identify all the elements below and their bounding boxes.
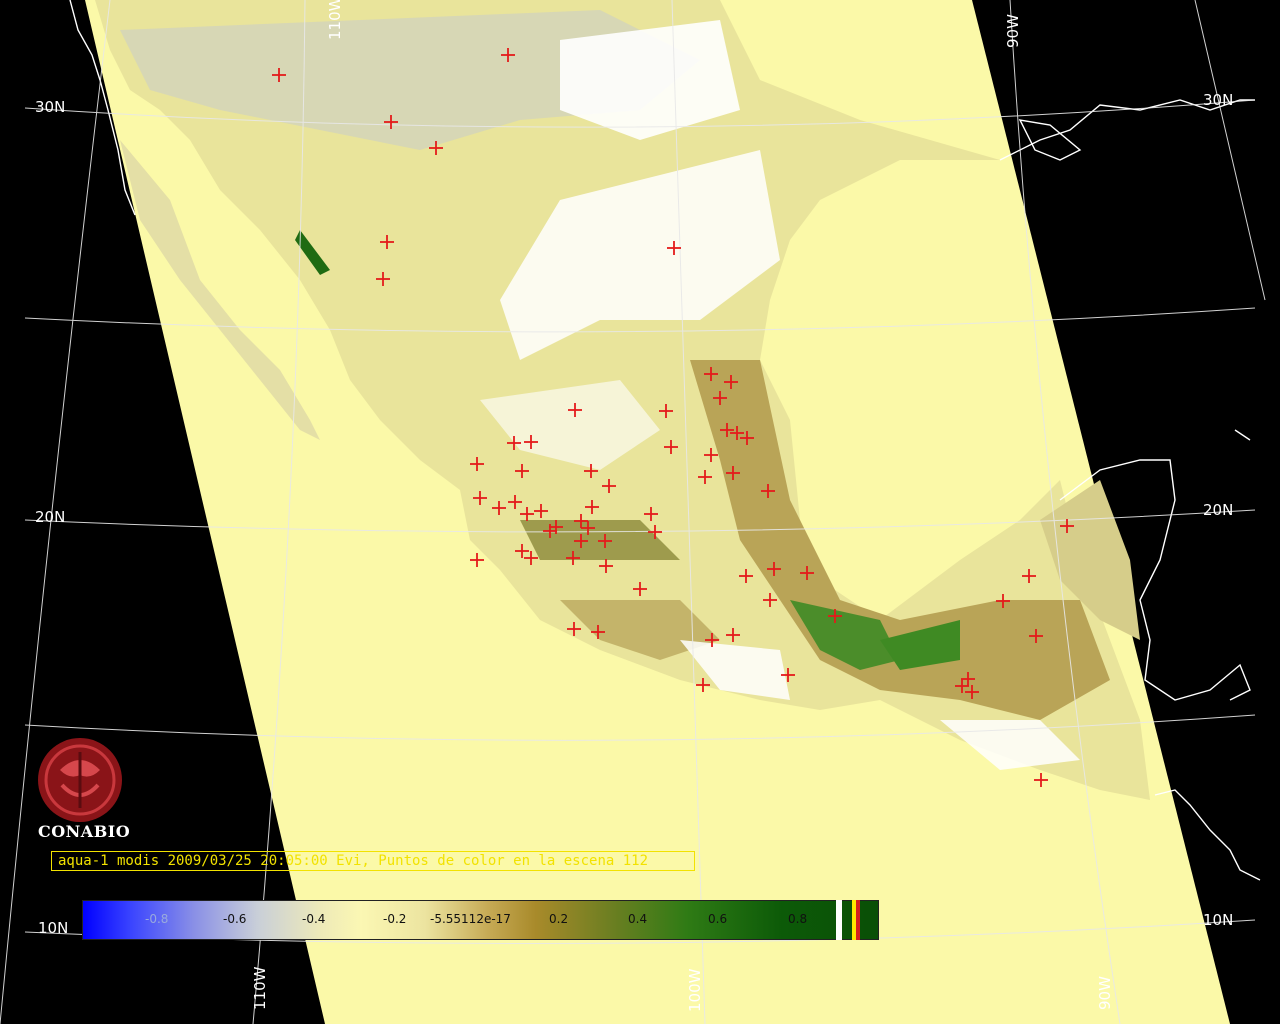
colorbar-tick: -0.4 [302,912,326,926]
lat-label-20n-right: 20N [1203,501,1233,519]
lon-label-90w-top: 90W [1004,14,1022,48]
colorbar-red-stripe [856,900,860,940]
colorbar-tick: -0.8 [145,912,169,926]
conabio-logo-icon [38,738,122,822]
colorbar-tick: -0.2 [383,912,407,926]
colorbar-white-stripe [836,900,842,940]
colorbar-tick: -5.55112e-17 [430,912,511,926]
lon-label-110w-top: 110W [326,0,344,40]
colorbar-tick: 0.2 [549,912,569,926]
conabio-logo-text: CONABIO [38,822,131,841]
lat-label-20n: 20N [35,508,65,526]
lon-label-100w: 100W [686,968,704,1012]
colorbar-tick: -0.6 [223,912,247,926]
lat-label-10n-right: 10N [1203,911,1233,929]
lon-label-110w: 110W [251,966,269,1010]
lat-label-30n: 30N [35,98,65,116]
scene-caption: aqua-1 modis 2009/03/25 20:05:00 Evi, Pu… [51,851,695,871]
lat-label-10n: 10N [38,919,68,937]
lon-label-90w: 90W [1096,976,1114,1010]
colorbar-tick: 0.6 [708,912,728,926]
colorbar-tick: 0.4 [628,912,648,926]
evi-colorbar: -0.8 -0.6 -0.4 -0.2 -5.55112e-17 0.2 0.4… [82,900,879,940]
lat-label-30n-right: 30N [1203,91,1233,109]
colorbar-tick: 0.8 [788,912,808,926]
